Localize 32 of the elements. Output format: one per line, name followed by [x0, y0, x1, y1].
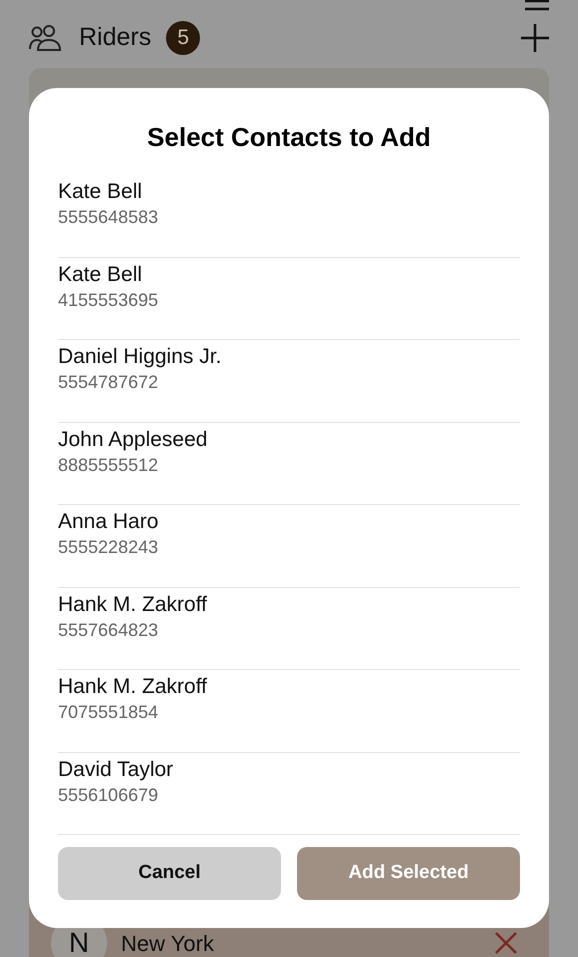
contact-name: David Taylor: [58, 756, 174, 782]
section-title: Riders: [79, 22, 152, 53]
contact-name: Anna Haro: [58, 509, 160, 535]
contact-phone: 5555648583: [58, 206, 160, 229]
contact-name: Hank M. Zakroff: [58, 592, 208, 618]
contact-phone: 5554787672: [58, 371, 160, 394]
contact-name: Hank M. Zakroff: [58, 674, 208, 700]
contact-item[interactable]: Daniel Higgins Jr. 5554787672: [58, 340, 520, 422]
contact-phone: 7075551854: [58, 701, 160, 724]
contact-phone: 5556106679: [58, 784, 160, 806]
contact-item[interactable]: Kate Bell 5555648583: [58, 175, 520, 258]
contact-name: Daniel Higgins Jr.: [58, 344, 222, 370]
contact-name: John Appleseed: [58, 426, 208, 452]
cancel-button[interactable]: Cancel: [58, 847, 281, 900]
contact-item[interactable]: John Appleseed 8885555512: [58, 422, 520, 505]
contact-item[interactable]: Kate Bell 4155553695: [58, 258, 520, 340]
contact-phone: 5557664823: [58, 618, 160, 642]
people-icon: [29, 24, 63, 51]
contact-phone: 5555228243: [58, 536, 160, 559]
close-icon[interactable]: [495, 932, 517, 954]
contact-item[interactable]: Anna Haro 5555228243: [58, 505, 520, 588]
contact-name: Kate Bell: [58, 179, 144, 205]
contact-phone: 8885555512: [58, 454, 160, 476]
rider-name: New York: [121, 930, 214, 957]
contact-item[interactable]: Hank M. Zakroff 7075551854: [58, 670, 520, 752]
contact-name: Kate Bell: [58, 262, 144, 288]
dialog-title: Select Contacts to Add: [146, 121, 432, 154]
add-icon[interactable]: [520, 22, 550, 53]
count-badge: 5: [166, 20, 200, 55]
contact-phone: 4155553695: [58, 288, 160, 312]
contact-item[interactable]: Hank M. Zakroff 5557664823: [58, 588, 520, 670]
contact-item[interactable]: David Taylor 5556106679: [58, 752, 520, 835]
